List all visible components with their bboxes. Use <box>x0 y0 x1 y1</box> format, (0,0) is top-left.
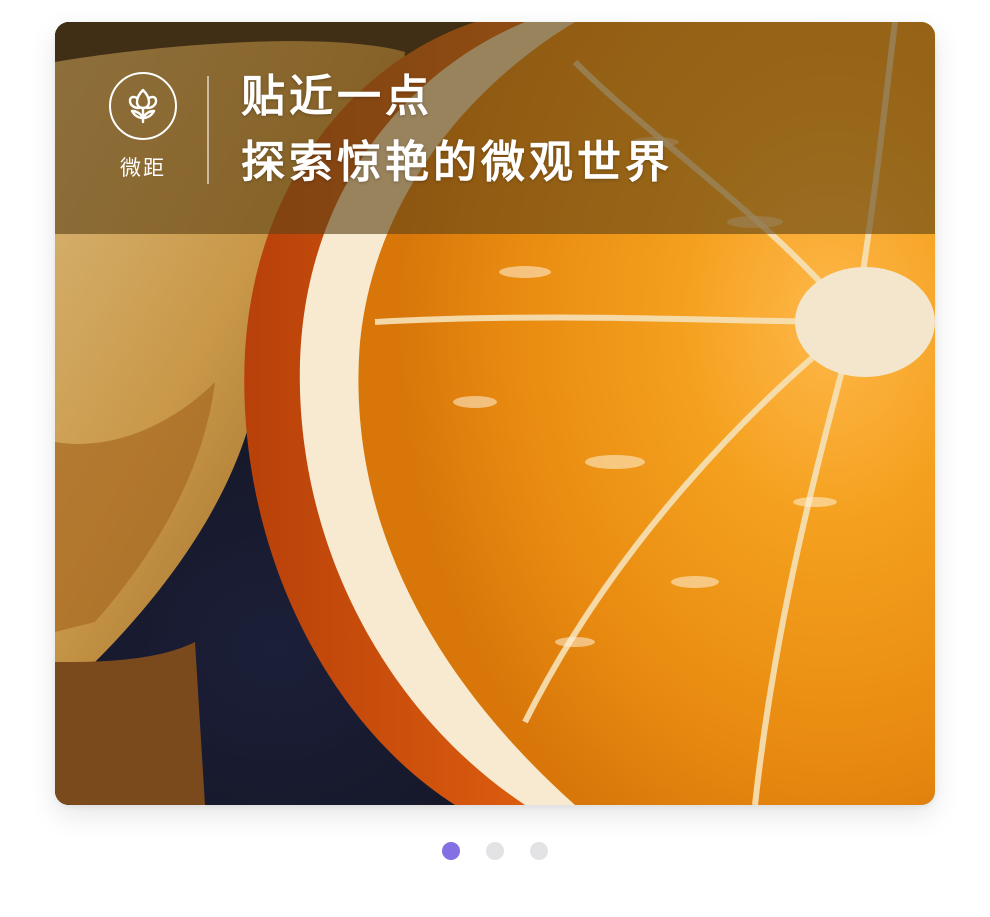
carousel-slide[interactable]: 微距 贴近一点 探索惊艳的微观世界 <box>55 22 935 805</box>
mode-label: 微距 <box>120 156 166 180</box>
pagination-dot-3[interactable] <box>530 842 548 860</box>
headline-line-1: 贴近一点 <box>241 71 433 122</box>
mode-badge: 微距 <box>107 72 179 182</box>
flower-macro-icon <box>109 72 177 140</box>
slide-headline: 贴近一点 探索惊艳的微观世界 <box>241 64 673 196</box>
title-banner: 微距 贴近一点 探索惊艳的微观世界 <box>55 22 935 234</box>
page: 微距 贴近一点 探索惊艳的微观世界 <box>0 0 990 917</box>
headline-line-2: 探索惊艳的微观世界 <box>241 137 673 188</box>
carousel-pagination <box>0 842 990 860</box>
pagination-dot-2[interactable] <box>486 842 504 860</box>
pagination-dot-1[interactable] <box>442 842 460 860</box>
banner-divider <box>207 76 209 184</box>
